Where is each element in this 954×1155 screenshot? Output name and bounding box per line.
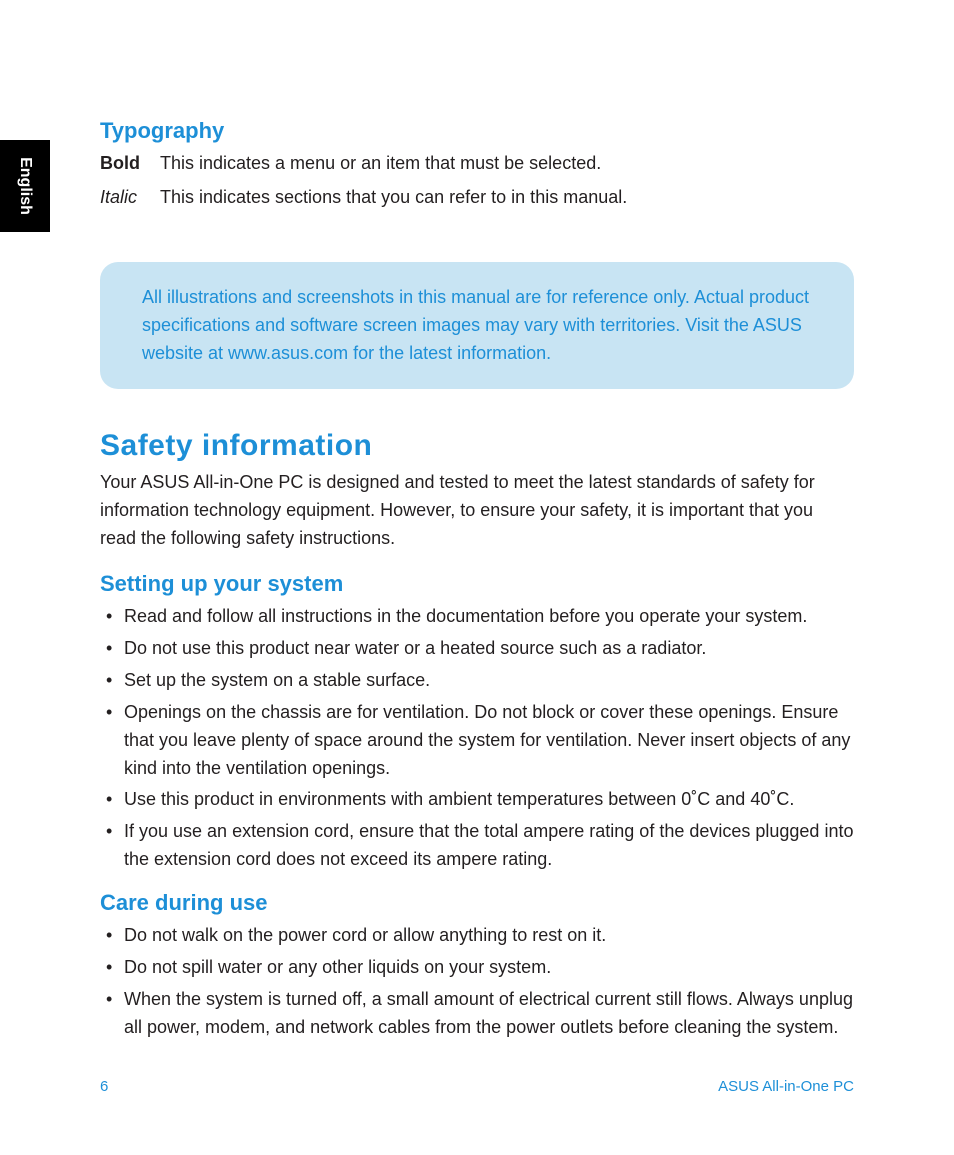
page-content: Typography Bold This indicates a menu or… <box>100 118 854 1058</box>
language-tab: English <box>0 140 50 232</box>
list-item: Set up the system on a stable surface. <box>100 667 854 695</box>
list-item: When the system is turned off, a small a… <box>100 986 854 1042</box>
typo-desc-italic: This indicates sections that you can ref… <box>160 184 627 212</box>
setup-heading: Setting up your system <box>100 571 854 597</box>
care-list: Do not walk on the power cord or allow a… <box>100 922 854 1042</box>
setup-list: Read and follow all instructions in the … <box>100 603 854 874</box>
typography-heading: Typography <box>100 118 854 144</box>
safety-heading: Safety information <box>100 429 854 463</box>
page-footer: 6 ASUS All-in-One PC <box>100 1078 854 1095</box>
safety-intro: Your ASUS All-in-One PC is designed and … <box>100 469 854 553</box>
list-item: Do not use this product near water or a … <box>100 635 854 663</box>
typography-row-italic: Italic This indicates sections that you … <box>100 184 854 212</box>
list-item: Use this product in environments with am… <box>100 786 854 814</box>
note-box: All illustrations and screenshots in thi… <box>100 262 854 390</box>
list-item: Do not walk on the power cord or allow a… <box>100 922 854 950</box>
language-label: English <box>16 157 34 215</box>
typography-row-bold: Bold This indicates a menu or an item th… <box>100 150 854 178</box>
list-item: Read and follow all instructions in the … <box>100 603 854 631</box>
list-item: Openings on the chassis are for ventilat… <box>100 699 854 783</box>
list-item: If you use an extension cord, ensure tha… <box>100 818 854 874</box>
list-item: Do not spill water or any other liquids … <box>100 954 854 982</box>
typo-label-italic: Italic <box>100 184 160 212</box>
page-number: 6 <box>100 1078 108 1095</box>
care-heading: Care during use <box>100 890 854 916</box>
product-name: ASUS All-in-One PC <box>718 1078 854 1095</box>
typo-label-bold: Bold <box>100 150 160 178</box>
typo-desc-bold: This indicates a menu or an item that mu… <box>160 150 601 178</box>
